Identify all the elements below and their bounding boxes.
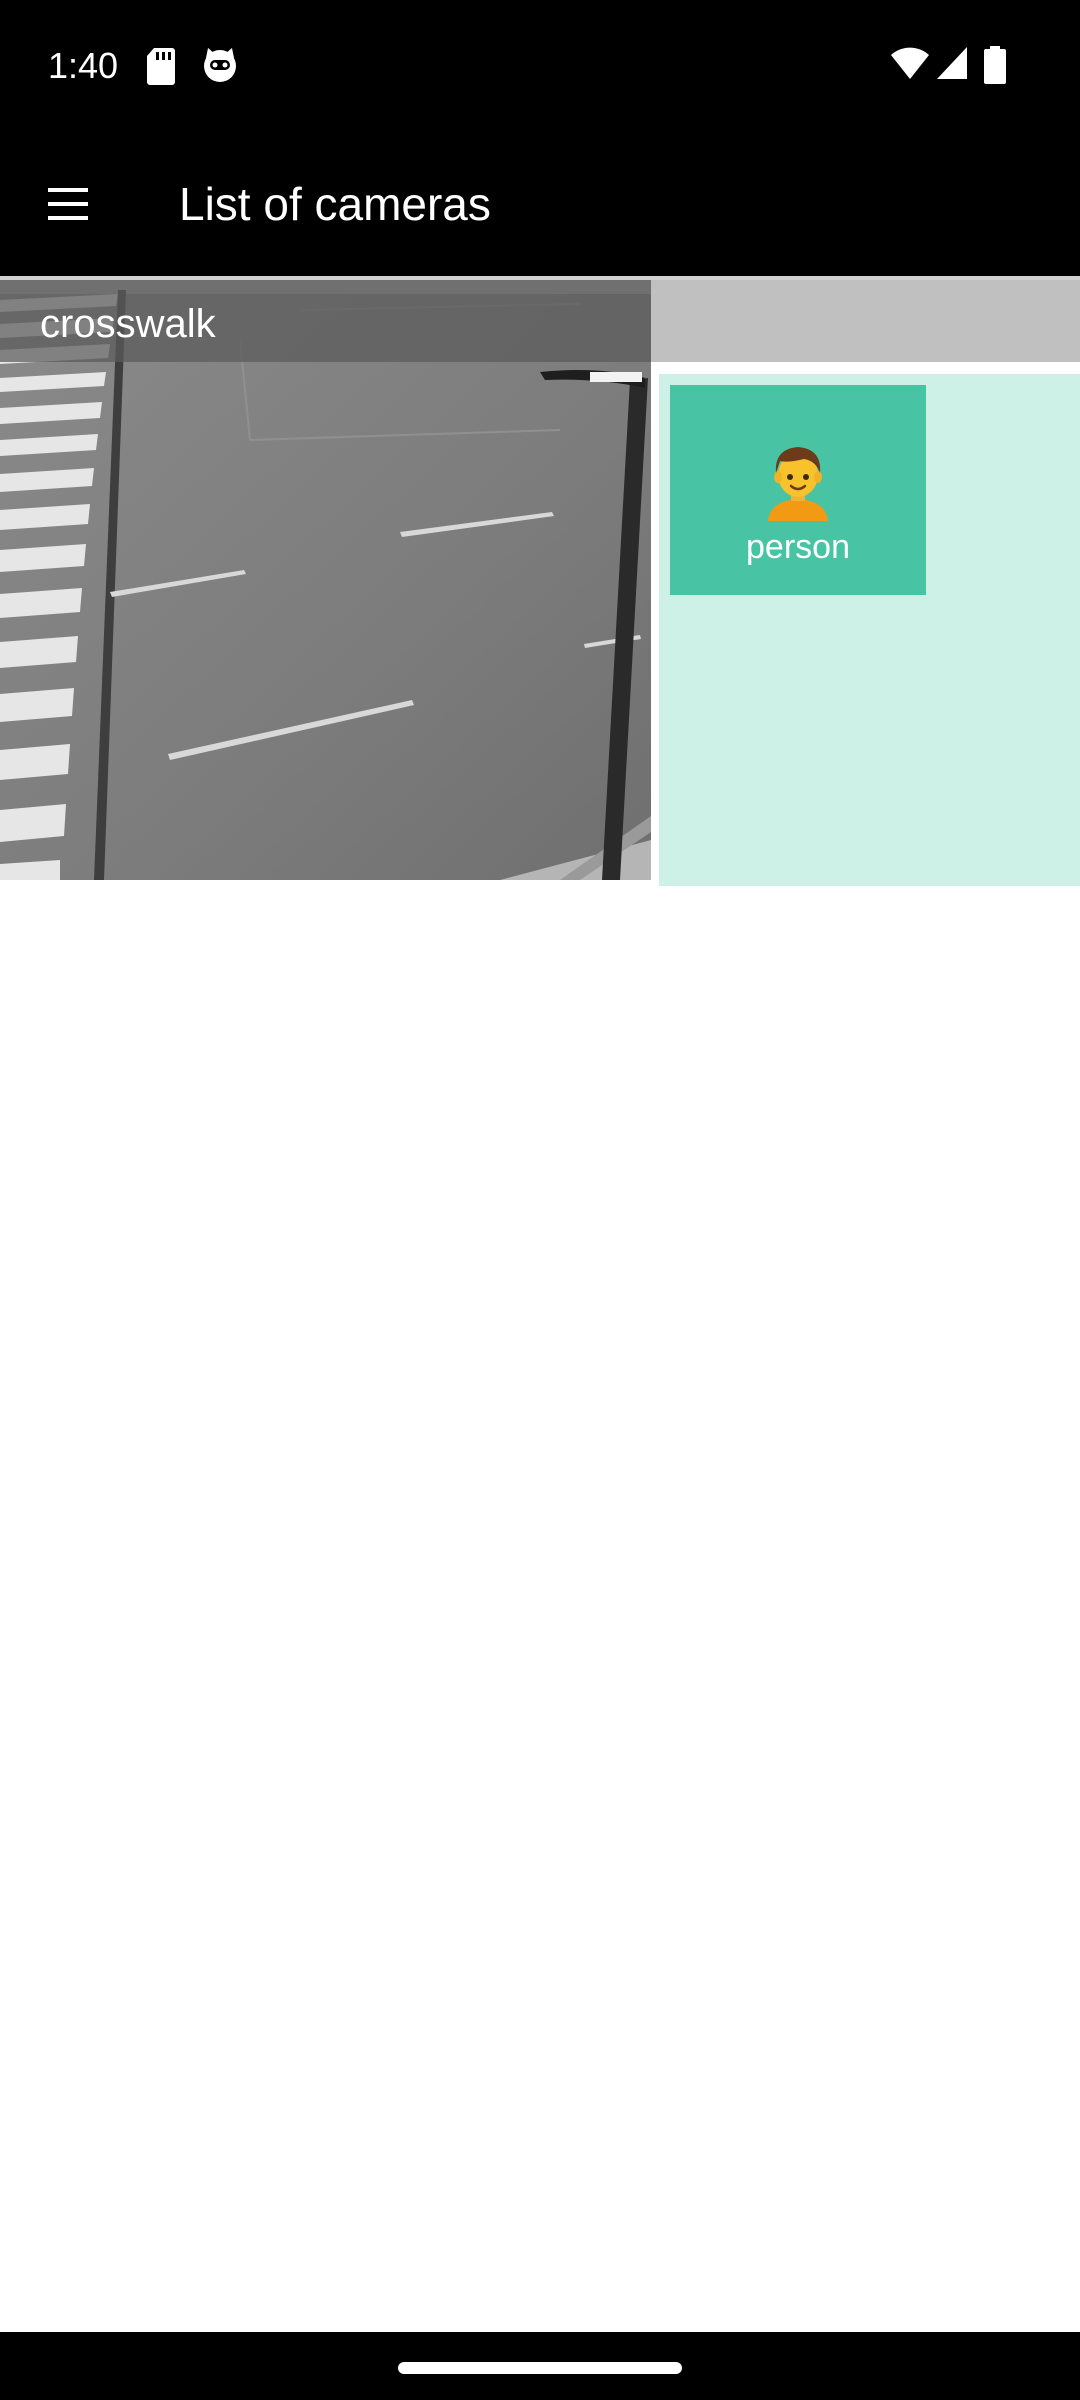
wifi-icon — [890, 46, 930, 85]
cell-signal-icon — [936, 46, 968, 85]
status-bar: 1:40 — [0, 0, 1080, 132]
panel-separator — [659, 362, 1080, 374]
navigation-bar — [0, 2332, 1080, 2400]
app-bar: List of cameras — [0, 132, 1080, 276]
status-time: 1:40 — [48, 45, 119, 86]
camera-snapshot[interactable] — [0, 280, 651, 880]
sd-card-icon — [146, 46, 176, 91]
detection-tile-person[interactable]: person — [670, 385, 926, 595]
page-title: List of cameras — [179, 178, 491, 230]
home-gesture-handle[interactable] — [398, 2362, 682, 2374]
menu-button[interactable] — [32, 172, 104, 236]
battery-icon — [984, 46, 1006, 89]
person-icon — [768, 447, 828, 521]
hamburger-menu-icon — [48, 188, 88, 220]
cat-face-icon — [202, 46, 238, 89]
name-strip-fill — [651, 280, 1080, 362]
camera-list: crosswalk person — [0, 276, 1080, 2332]
camera-name-bar: crosswalk — [0, 280, 1080, 362]
detections-panel: person — [659, 374, 1080, 886]
camera-card[interactable]: crosswalk person — [0, 280, 1080, 886]
camera-name: crosswalk — [40, 302, 216, 346]
detection-label: person — [746, 528, 850, 566]
